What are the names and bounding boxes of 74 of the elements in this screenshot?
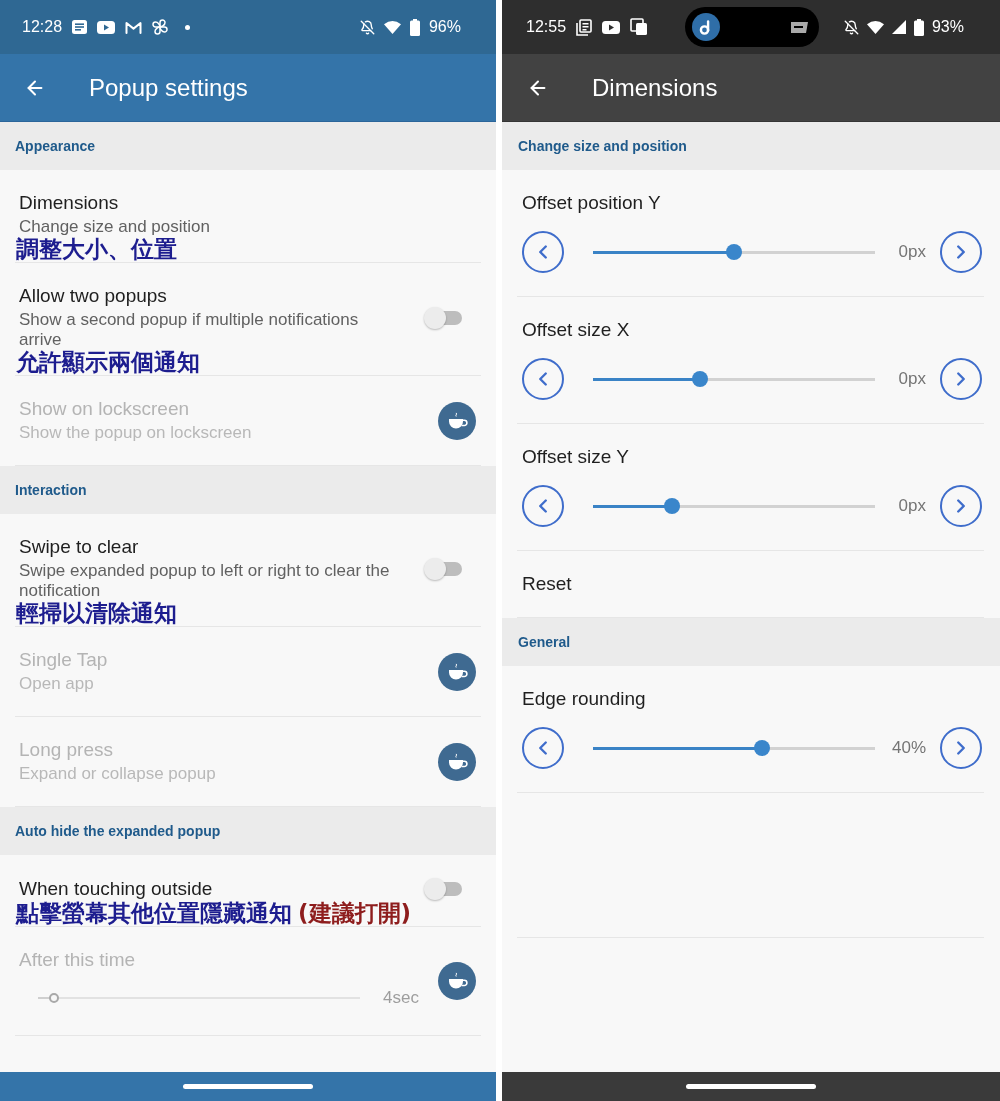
battery-percent: 96% (428, 17, 461, 37)
slider-value: 0px (898, 496, 926, 516)
cell-signal-icon (891, 20, 906, 34)
toggle-switch[interactable] (424, 556, 462, 581)
dot-icon (185, 24, 191, 30)
document-icon (576, 18, 593, 36)
increase-button[interactable] (940, 358, 982, 400)
annotation-text: 輕掃以清除通知 (16, 601, 177, 626)
video-play-icon (602, 20, 621, 34)
decrease-button[interactable] (522, 231, 564, 273)
section-header: Change size and position (518, 137, 687, 155)
setting-summary: Show the popup on lockscreen (19, 423, 252, 443)
wifi-icon (383, 20, 401, 34)
slider-value: 0px (898, 242, 926, 262)
setting-title: Offset size X (522, 319, 630, 341)
screen-title: Popup settings (89, 72, 248, 103)
annotation-text: 點擊螢幕其他位置隱藏通知 (16, 901, 292, 926)
app-logo-icon (692, 13, 721, 41)
increase-button[interactable] (940, 727, 982, 769)
section-header: Interaction (15, 481, 87, 499)
increase-button[interactable] (940, 485, 982, 527)
slider-thumb[interactable] (726, 244, 742, 260)
annotation-text: 允許顯示兩個通知 (16, 350, 200, 375)
increase-button[interactable] (940, 231, 982, 273)
section-header: Auto hide the expanded popup (15, 822, 221, 840)
slider-value: 4sec (383, 988, 419, 1008)
video-play-icon (97, 20, 116, 34)
status-time: 12:55 (526, 17, 567, 37)
device-icon (630, 18, 649, 36)
slider-value: 0px (898, 369, 926, 389)
setting-title: Swipe to clear (19, 536, 139, 558)
setting-title: Allow two popups (19, 285, 167, 307)
status-time: 12:28 (22, 17, 63, 37)
setting-title: Single Tap (19, 649, 108, 671)
slider-thumb[interactable] (754, 740, 771, 756)
mail-icon (125, 20, 143, 34)
setting-title[interactable]: Reset (522, 573, 572, 595)
battery-icon (409, 18, 420, 36)
home-handle[interactable] (686, 1084, 816, 1089)
setting-title[interactable]: Dimensions (19, 192, 119, 214)
toggle-switch[interactable] (424, 305, 462, 330)
battery-icon (913, 18, 924, 36)
slider-value: 40% (891, 738, 926, 758)
bell-off-icon (843, 19, 859, 35)
decrease-button[interactable] (522, 727, 564, 769)
document-icon (72, 20, 88, 34)
toggle-switch[interactable] (424, 877, 462, 901)
setting-title: Show on lockscreen (19, 398, 190, 420)
setting-title: Edge rounding (522, 688, 646, 710)
decrease-button[interactable] (522, 358, 564, 400)
slider-thumb[interactable] (692, 371, 709, 387)
slider-thumb[interactable] (663, 498, 680, 514)
setting-summary: Change size and position (19, 217, 210, 237)
wifi-icon (866, 20, 884, 34)
decrease-button[interactable] (522, 485, 564, 527)
setting-title: When touching outside (19, 878, 213, 900)
screen-title: Dimensions (592, 72, 718, 103)
setting-title: Offset position Y (522, 192, 661, 214)
pinwheel-icon (152, 19, 169, 35)
bell-off-icon (359, 19, 375, 35)
section-header: Appearance (15, 137, 96, 155)
section-header: General (518, 633, 571, 651)
setting-summary: Swipe expanded popup to left or right to clear the notification (19, 561, 391, 601)
setting-title: Offset size Y (522, 446, 629, 468)
annotation-text: 調整大小、位置 (16, 237, 177, 262)
message-icon (790, 20, 810, 34)
setting-title: After this time (19, 949, 136, 971)
recommendation-note: (建議打開) (298, 901, 412, 926)
setting-summary: Expand or collapse popup (19, 764, 216, 784)
home-handle[interactable] (183, 1084, 313, 1089)
setting-summary: Open app (19, 674, 94, 694)
setting-summary: Show a second popup if multiple notifications arrive (19, 310, 360, 350)
battery-percent: 93% (931, 17, 964, 37)
setting-title: Long press (19, 739, 113, 761)
